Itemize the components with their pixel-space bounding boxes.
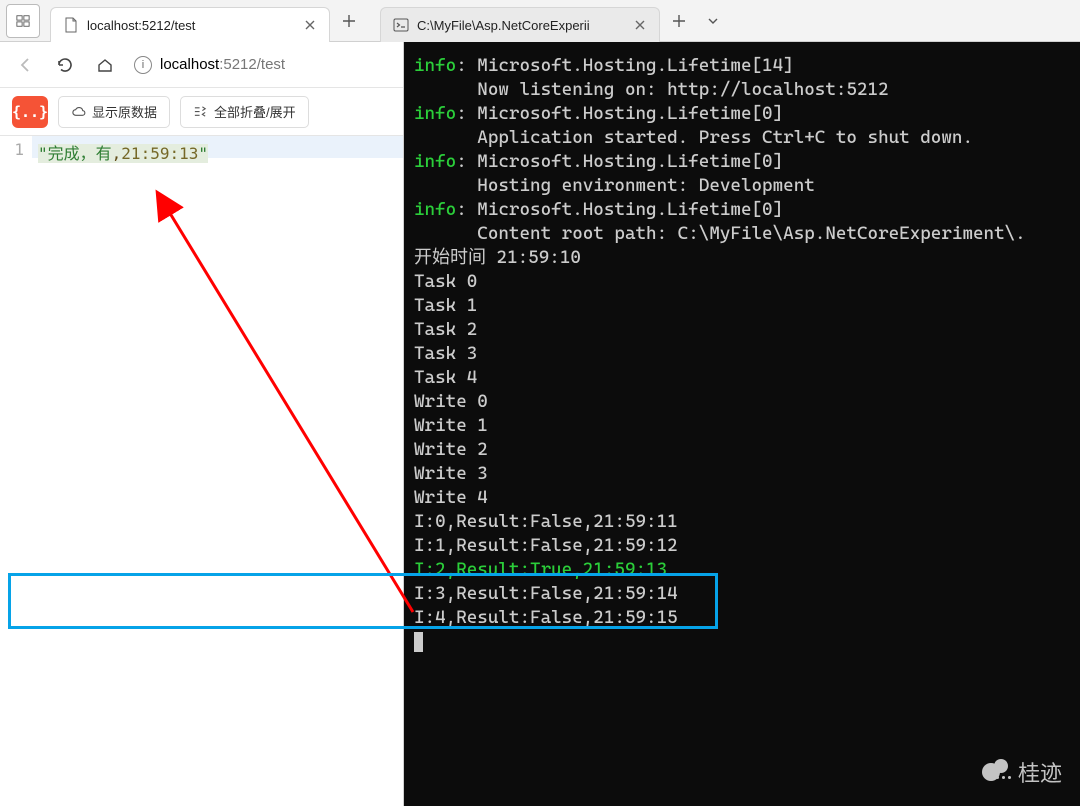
tab-browser[interactable]: localhost:5212/test [50, 7, 330, 43]
line-number: 1 [0, 136, 32, 806]
tab-terminal-title: C:\MyFile\Asp.NetCoreExperii [417, 18, 625, 33]
terminal-icon [393, 17, 409, 33]
plus-icon [342, 14, 356, 28]
json-viewer: 1 "完成，有,21:59:13" [0, 136, 403, 806]
page-icon [63, 17, 79, 33]
url-host: localhost [160, 56, 219, 73]
show-raw-button[interactable]: 显示原数据 [58, 96, 170, 128]
close-icon[interactable] [633, 18, 647, 32]
plus-icon [672, 14, 686, 28]
site-info-icon[interactable]: i [134, 56, 152, 74]
refresh-button[interactable] [50, 50, 80, 80]
watermark: 桂迹 [982, 756, 1062, 788]
new-tab-button-2[interactable] [664, 6, 694, 36]
json-line-1[interactable]: "完成，有,21:59:13" [32, 136, 403, 806]
home-button[interactable] [90, 50, 120, 80]
address-toolbar: i localhost:5212/test [0, 42, 403, 88]
new-tab-button[interactable] [334, 6, 364, 36]
wechat-icon [982, 757, 1012, 787]
show-raw-label: 显示原数据 [92, 102, 157, 121]
collapse-expand-icon [193, 104, 208, 119]
collapse-expand-button[interactable]: 全部折叠/展开 [180, 96, 309, 128]
chevron-down-icon [707, 15, 719, 27]
collapse-expand-label: 全部折叠/展开 [214, 102, 296, 121]
tab-dropdown-button[interactable] [698, 6, 728, 36]
json-extension-badge[interactable]: {..} [12, 96, 48, 128]
back-button[interactable] [10, 50, 40, 80]
address-field[interactable]: i localhost:5212/test [130, 56, 393, 74]
refresh-icon [56, 56, 74, 74]
window-tab-strip: localhost:5212/test C:\MyFile\Asp.NetCor… [0, 0, 1080, 42]
arrow-left-icon [16, 56, 34, 74]
task-view-button[interactable] [6, 4, 40, 38]
tabs-overview-icon [16, 14, 30, 28]
tab-terminal[interactable]: C:\MyFile\Asp.NetCoreExperii [380, 7, 660, 43]
browser-pane: i localhost:5212/test {..} 显示原数据 全部折叠/展开… [0, 42, 404, 806]
json-toolbar: {..} 显示原数据 全部折叠/展开 [0, 88, 403, 136]
tab-browser-title: localhost:5212/test [87, 18, 295, 33]
cloud-icon [71, 104, 86, 119]
url-path: /test [257, 56, 285, 73]
home-icon [96, 56, 114, 74]
url-port: :5212 [219, 56, 257, 73]
watermark-text: 桂迹 [1018, 756, 1062, 788]
close-icon[interactable] [303, 18, 317, 32]
terminal-pane[interactable]: info: Microsoft.Hosting.Lifetime[14] Now… [404, 42, 1080, 806]
